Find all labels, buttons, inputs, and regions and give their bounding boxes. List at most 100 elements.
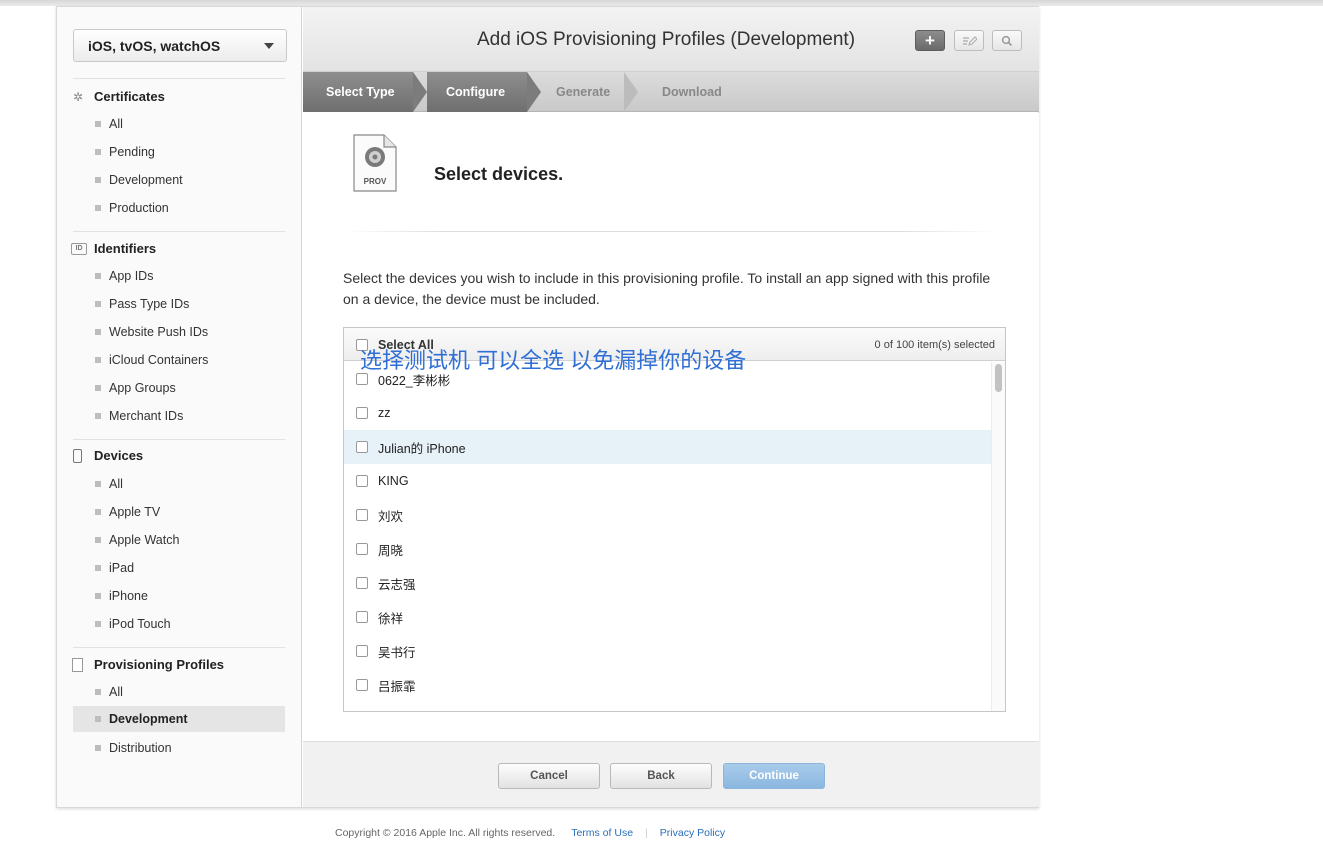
sidebar-item-app-groups[interactable]: App Groups (73, 375, 285, 401)
bullet-icon (95, 177, 101, 183)
divider (73, 231, 285, 232)
sidebar-item-app-ids[interactable]: App IDs (73, 263, 285, 289)
section-title: Devices (94, 448, 144, 463)
device-list-header: Select All 0 of 100 item(s) selected 选择测… (344, 328, 1005, 373)
divider (73, 647, 285, 648)
section-heading: Select devices. (434, 164, 564, 184)
device-row[interactable]: 吕振霏 (344, 668, 991, 702)
copyright-text: Copyright © 2016 Apple Inc. All rights r… (335, 827, 556, 839)
sidebar-item-label: iPod Touch (109, 617, 171, 631)
device-row[interactable]: 0622_李彬彬 (344, 362, 991, 396)
sidebar-item-certificates-development[interactable]: Development (73, 167, 285, 193)
sidebar-item-profiles-distribution[interactable]: Distribution (73, 735, 285, 761)
sidebar-item-website-push-ids[interactable]: Website Push IDs (73, 319, 285, 345)
phone-icon (73, 448, 82, 463)
sidebar-item-profiles-all[interactable]: All (73, 679, 285, 705)
scrollbar[interactable] (991, 362, 1005, 711)
search-icon (1001, 35, 1013, 46)
scrollbar-thumb[interactable] (995, 364, 1002, 392)
section-provisioning-profiles: Provisioning Profiles (71, 657, 224, 672)
content-area: PROV Select devices. Select the devices … (303, 113, 1039, 741)
app-frame: iOS, tvOS, watchOS ✲ Certificates All Pe… (56, 6, 1039, 808)
sidebar-item-label: Pass Type IDs (109, 297, 190, 311)
step-indicator: Select Type Configure Generate Download (303, 72, 1039, 112)
bullet-icon (95, 689, 101, 695)
step-download: Download (662, 72, 722, 112)
privacy-policy-link[interactable]: Privacy Policy (660, 827, 725, 839)
sidebar-item-certificates-all[interactable]: All (73, 111, 285, 137)
sidebar-item-devices-all[interactable]: All (73, 471, 285, 497)
sidebar-item-ipod-touch[interactable]: iPod Touch (73, 611, 285, 637)
checkbox-icon[interactable] (356, 475, 368, 487)
sidebar-item-label: Apple Watch (109, 533, 180, 547)
terms-of-use-link[interactable]: Terms of Use (571, 827, 633, 839)
sidebar-item-certificates-production[interactable]: Production (73, 195, 285, 221)
bullet-icon (95, 273, 101, 279)
bullet-icon (95, 565, 101, 571)
device-selector: Select All 0 of 100 item(s) selected 选择测… (343, 327, 1006, 712)
device-name: 徐祥 (378, 611, 404, 626)
checkbox-icon[interactable] (356, 373, 368, 385)
sidebar-item-apple-watch[interactable]: Apple Watch (73, 527, 285, 553)
page-footer: Copyright © 2016 Apple Inc. All rights r… (335, 827, 725, 839)
checkbox-icon[interactable] (356, 441, 368, 453)
instructions-text: Select the devices you wish to include i… (343, 270, 991, 307)
continue-button[interactable]: Continue (723, 763, 825, 789)
device-row[interactable]: 徐祥 (344, 600, 991, 634)
bullet-icon (95, 329, 101, 335)
search-button[interactable] (992, 30, 1022, 51)
bullet-icon (95, 149, 101, 155)
sidebar-item-merchant-ids[interactable]: Merchant IDs (73, 403, 285, 429)
id-icon: ID (71, 242, 87, 255)
device-row[interactable]: zz (344, 396, 991, 430)
sidebar-item-label: Distribution (109, 741, 172, 755)
device-row[interactable]: 刘欢 (344, 498, 991, 532)
checkbox-icon[interactable] (356, 543, 368, 555)
device-name: 云志强 (378, 577, 416, 592)
checkbox-icon[interactable] (356, 611, 368, 623)
bullet-icon (95, 385, 101, 391)
back-button[interactable]: Back (610, 763, 712, 789)
sidebar-item-profiles-development[interactable]: Development (73, 706, 285, 732)
sidebar-item-label: Production (109, 201, 169, 215)
sidebar-item-iphone[interactable]: iPhone (73, 583, 285, 609)
device-row[interactable]: KING (344, 464, 991, 498)
checkbox-icon[interactable] (356, 509, 368, 521)
sidebar-item-label: iPhone (109, 589, 148, 603)
sidebar-item-label: Apple TV (109, 505, 161, 519)
checkbox-icon[interactable] (356, 645, 368, 657)
sidebar-item-certificates-pending[interactable]: Pending (73, 139, 285, 165)
bullet-icon (95, 621, 101, 627)
section-certificates: ✲ Certificates (71, 89, 165, 104)
device-row[interactable]: 吴书行 (344, 634, 991, 668)
sidebar-item-label: App Groups (109, 381, 176, 395)
step-select-type: Select Type (303, 72, 413, 112)
step-arrow-icon (624, 72, 638, 112)
device-row[interactable]: 周晓 (344, 532, 991, 566)
sidebar-item-label: Development (109, 712, 188, 726)
sidebar-item-label: App IDs (109, 269, 154, 283)
sidebar-item-apple-tv[interactable]: Apple TV (73, 499, 285, 525)
bullet-icon (95, 301, 101, 307)
add-button[interactable]: + (915, 30, 945, 51)
bullet-icon (95, 593, 101, 599)
separator: | (645, 827, 648, 839)
platform-select-label: iOS, tvOS, watchOS (88, 37, 221, 54)
sidebar-item-pass-type-ids[interactable]: Pass Type IDs (73, 291, 285, 317)
step-generate: Generate (556, 72, 610, 112)
sidebar-item-ipad[interactable]: iPad (73, 555, 285, 581)
device-name: 0622_李彬彬 (378, 373, 451, 388)
cancel-button[interactable]: Cancel (498, 763, 600, 789)
section-identifiers: ID Identifiers (71, 241, 156, 256)
platform-select[interactable]: iOS, tvOS, watchOS (73, 29, 287, 62)
divider (343, 231, 999, 232)
checkbox-icon[interactable] (356, 679, 368, 691)
checkbox-icon[interactable] (356, 407, 368, 419)
device-row[interactable]: 云志强 (344, 566, 991, 600)
sidebar-item-icloud-containers[interactable]: iCloud Containers (73, 347, 285, 373)
edit-button[interactable] (954, 30, 984, 51)
device-row[interactable]: Julian的 iPhone (344, 430, 991, 464)
bullet-icon (95, 413, 101, 419)
title-bar: Add iOS Provisioning Profiles (Developme… (303, 7, 1039, 72)
checkbox-icon[interactable] (356, 577, 368, 589)
